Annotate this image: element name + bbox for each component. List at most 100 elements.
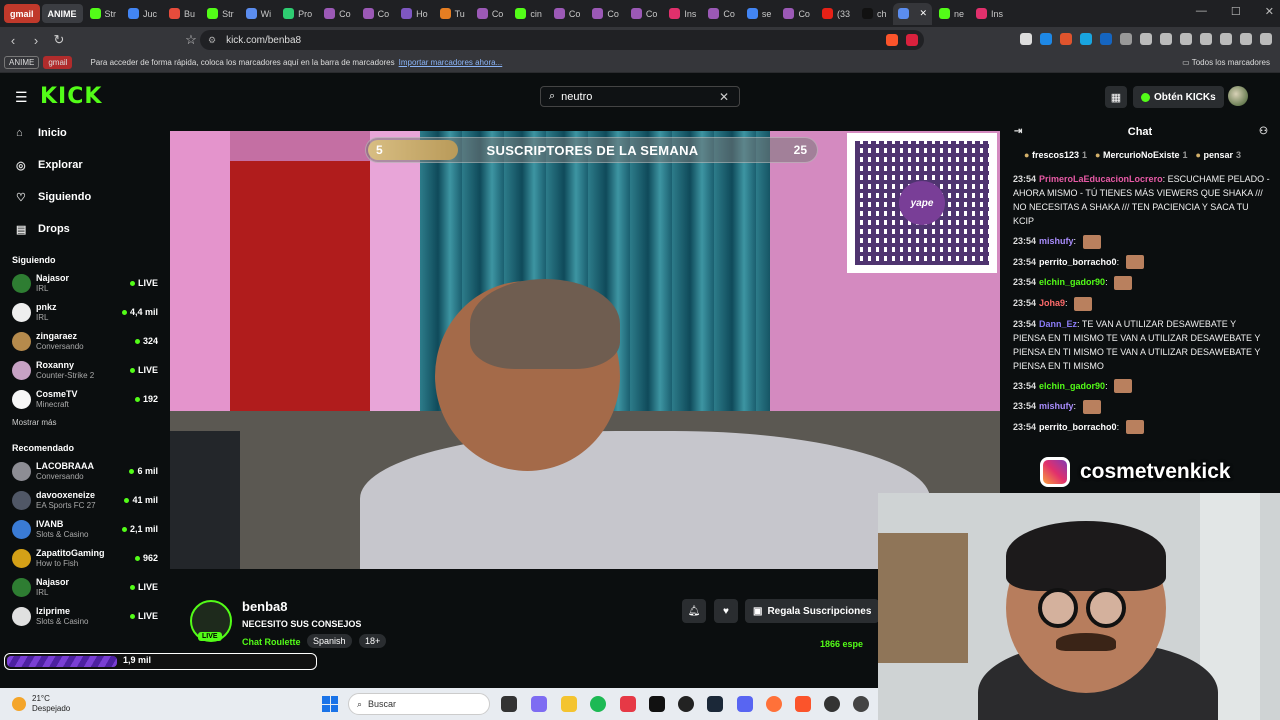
browser-tab[interactable]: Co xyxy=(626,3,663,25)
gift-subs-button[interactable]: ▣ Regala Suscripciones xyxy=(745,599,880,623)
import-bookmarks-link[interactable]: Importar marcadores ahora... xyxy=(399,58,503,67)
extension-icon[interactable] xyxy=(1120,33,1132,45)
task-view-icon[interactable] xyxy=(501,696,517,712)
firefox-icon[interactable] xyxy=(766,696,782,712)
extension-icon[interactable] xyxy=(1040,33,1052,45)
wallet-icon[interactable] xyxy=(1220,33,1232,45)
message-username[interactable]: mishufy xyxy=(1039,401,1074,411)
channel-list-item[interactable]: zingaraez Conversando 324 xyxy=(0,327,168,356)
channel-list-item[interactable]: Najasor IRL LIVE xyxy=(0,573,168,602)
browser-tab[interactable]: ne xyxy=(934,3,969,25)
browser-tab[interactable]: Pro xyxy=(278,3,317,25)
browser-tab[interactable]: Co xyxy=(549,3,586,25)
video-player[interactable]: 5 SUSCRIPTORES DE LA SEMANA 25 yape xyxy=(170,131,1000,569)
discord-icon[interactable] xyxy=(737,696,753,712)
browser-tab[interactable]: Wi xyxy=(241,3,277,25)
maximize-icon[interactable]: ☐ xyxy=(1231,5,1241,18)
reload-icon[interactable]: ↻ xyxy=(49,32,69,48)
brave-icon[interactable] xyxy=(795,696,811,712)
browser-tab[interactable]: Tu xyxy=(435,3,470,25)
show-more-link[interactable]: Mostrar más xyxy=(0,418,168,427)
channel-list-item[interactable]: lziprime Slots & Casino LIVE xyxy=(0,602,168,631)
forward-icon[interactable]: › xyxy=(26,33,46,48)
browser-tab[interactable]: Co xyxy=(358,3,395,25)
start-button[interactable] xyxy=(322,696,338,712)
extension-icon[interactable] xyxy=(1160,33,1172,45)
tag-language[interactable]: Spanish xyxy=(307,634,352,648)
clear-search-icon[interactable]: ✕ xyxy=(719,90,729,104)
channel-list-item[interactable]: Roxanny Counter-Strike 2 LIVE xyxy=(0,356,168,385)
channel-name[interactable]: benba8 xyxy=(242,599,288,614)
browser-tab[interactable]: ANIME xyxy=(41,4,83,23)
message-username[interactable]: Joha9 xyxy=(1039,298,1065,308)
spotify-icon[interactable] xyxy=(590,696,606,712)
notifications-button[interactable]: 🔔︎ xyxy=(682,599,706,623)
file-explorer-icon[interactable] xyxy=(561,696,577,712)
brave-shield-icon[interactable] xyxy=(886,34,898,46)
vpn-icon[interactable] xyxy=(1240,33,1252,45)
all-bookmarks-button[interactable]: ▭ Todos los marcadores xyxy=(1182,58,1270,67)
browser-tab[interactable]: (33 xyxy=(817,3,855,25)
leaderboard-entry[interactable]: ● MercurioNoExiste 1 xyxy=(1095,150,1188,160)
menu-icon[interactable] xyxy=(1260,33,1272,45)
taskbar-search[interactable]: ⌕ Buscar xyxy=(348,693,490,715)
browser-tab[interactable]: Ho xyxy=(396,3,433,25)
browser-tab[interactable]: ch xyxy=(857,3,892,25)
message-username[interactable]: Dann_Ez xyxy=(1039,319,1077,329)
message-username[interactable]: elchin_gador90 xyxy=(1039,381,1105,391)
user-avatar[interactable] xyxy=(1228,86,1248,106)
message-username[interactable]: perrito_borracho0 xyxy=(1039,422,1117,432)
browser-tab[interactable]: Str xyxy=(85,3,122,25)
message-username[interactable]: elchin_gador90 xyxy=(1039,277,1105,287)
browser-tab[interactable]: Bu xyxy=(164,3,200,25)
layout-toggle-button[interactable]: ▦ xyxy=(1105,86,1127,108)
extension-icon[interactable] xyxy=(1060,33,1072,45)
puzzle-icon[interactable] xyxy=(1140,33,1152,45)
leaderboard-entry[interactable]: ● frescos123 1 xyxy=(1024,150,1087,160)
tiktok-icon[interactable] xyxy=(649,696,665,712)
app-icon[interactable] xyxy=(853,696,869,712)
bookmark-icon[interactable]: ☆ xyxy=(181,32,201,48)
browser-tab[interactable]: Juc xyxy=(123,3,162,25)
channel-list-item[interactable]: ZapatitoGaming How to Fish 962 xyxy=(0,544,168,573)
site-info-icon[interactable]: ⚙ xyxy=(208,35,216,46)
sidebar-icon[interactable] xyxy=(1180,33,1192,45)
browser-tab[interactable]: Co xyxy=(778,3,815,25)
sidebar-item-drops[interactable]: ▤ Drops xyxy=(0,213,168,245)
search-box[interactable]: ⌕ ✕ xyxy=(540,86,740,107)
message-username[interactable]: mishufy xyxy=(1039,236,1074,246)
mini-player[interactable]: 1,9 mil xyxy=(4,653,317,670)
message-username[interactable]: perrito_borracho0 xyxy=(1039,257,1117,267)
browser-tab[interactable]: Co xyxy=(319,3,356,25)
extension-icon[interactable] xyxy=(1020,33,1032,45)
channel-list-item[interactable]: CosmeTV Minecraft 192 xyxy=(0,385,168,414)
channel-list-item[interactable]: Najasor IRL LIVE xyxy=(0,269,168,298)
browser-tab[interactable]: se xyxy=(742,3,777,25)
minimize-icon[interactable]: — xyxy=(1196,5,1207,18)
message-username[interactable]: PrimeroLaEducacionLocrero xyxy=(1039,174,1163,184)
obs-icon[interactable] xyxy=(824,696,840,712)
extension-icon[interactable] xyxy=(1080,33,1092,45)
back-icon[interactable]: ‹ xyxy=(3,33,23,48)
channel-list-item[interactable]: LACOBRAAA Conversando 6 mil xyxy=(0,457,168,486)
channel-list-item[interactable]: IVANB Slots & Casino 2,1 mil xyxy=(0,515,168,544)
weather-widget[interactable]: 21°C Despejado xyxy=(12,694,70,714)
menu-toggle-icon[interactable]: ☰ xyxy=(15,89,28,106)
browser-tab[interactable]: ✕ xyxy=(893,2,933,25)
brave-rewards-icon[interactable] xyxy=(906,34,918,46)
sidebar-item-siguiendo[interactable]: ♡ Siguiendo xyxy=(0,181,168,213)
bookmark-gmail[interactable]: gmail xyxy=(43,56,73,69)
leaderboard-entry[interactable]: ● pensar 3 xyxy=(1196,150,1241,160)
browser-tab[interactable]: Ins xyxy=(971,3,1008,25)
search-input[interactable] xyxy=(561,90,712,103)
browser-tab[interactable]: gmail xyxy=(4,4,40,23)
browser-tab[interactable]: Co xyxy=(703,3,740,25)
star-icon[interactable] xyxy=(1200,33,1212,45)
browser-tab[interactable]: Str xyxy=(202,3,239,25)
close-window-icon[interactable]: ✕ xyxy=(1265,5,1274,18)
url-field[interactable]: ⚙ kick.com/benba8 xyxy=(200,30,924,50)
browser-tab[interactable]: cin xyxy=(510,3,547,25)
stream-category[interactable]: Chat Roulette xyxy=(242,637,301,647)
sidebar-item-explorar[interactable]: ◎ Explorar xyxy=(0,149,168,181)
app-icon[interactable] xyxy=(678,696,694,712)
